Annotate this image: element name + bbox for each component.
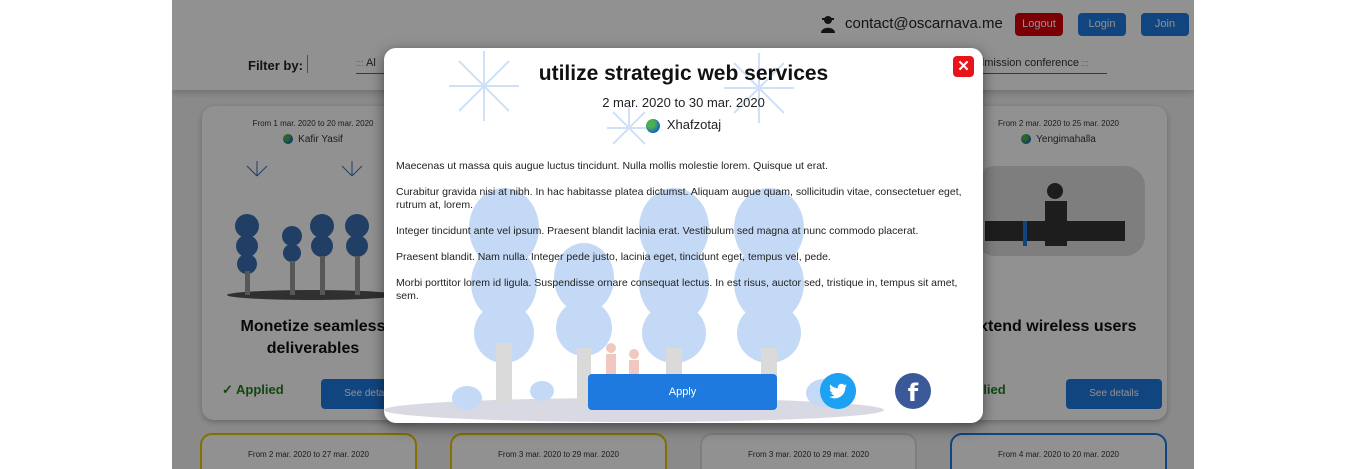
description-paragraph: Maecenas ut massa quis augue luctus tinc…: [396, 160, 828, 172]
description-paragraph: Integer tincidunt ante vel ipsum. Praese…: [396, 225, 919, 237]
description-paragraph: Morbi porttitor lorem id ligula. Suspend…: [396, 277, 958, 302]
twitter-icon[interactable]: [820, 373, 856, 409]
event-modal: ✕ utilize strategic web services 2 mar. …: [384, 48, 983, 423]
description-paragraph: Curabitur gravida nisi at nibh. In hac h…: [396, 186, 962, 211]
modal-dates: 2 mar. 2020 to 30 mar. 2020: [602, 95, 765, 110]
apply-button[interactable]: Apply: [588, 374, 777, 410]
modal-place-label: Xhafzotaj: [666, 117, 722, 132]
modal-description: Maecenas ut massa quis augue luctus tinc…: [396, 160, 971, 316]
facebook-icon[interactable]: f: [895, 373, 931, 409]
modal-place: Xhafzotaj: [384, 117, 983, 133]
globe-icon: [645, 118, 660, 133]
description-paragraph: Praesent blandit. Nam nulla. Integer ped…: [396, 251, 831, 263]
modal-title: utilize strategic web services: [538, 62, 829, 85]
